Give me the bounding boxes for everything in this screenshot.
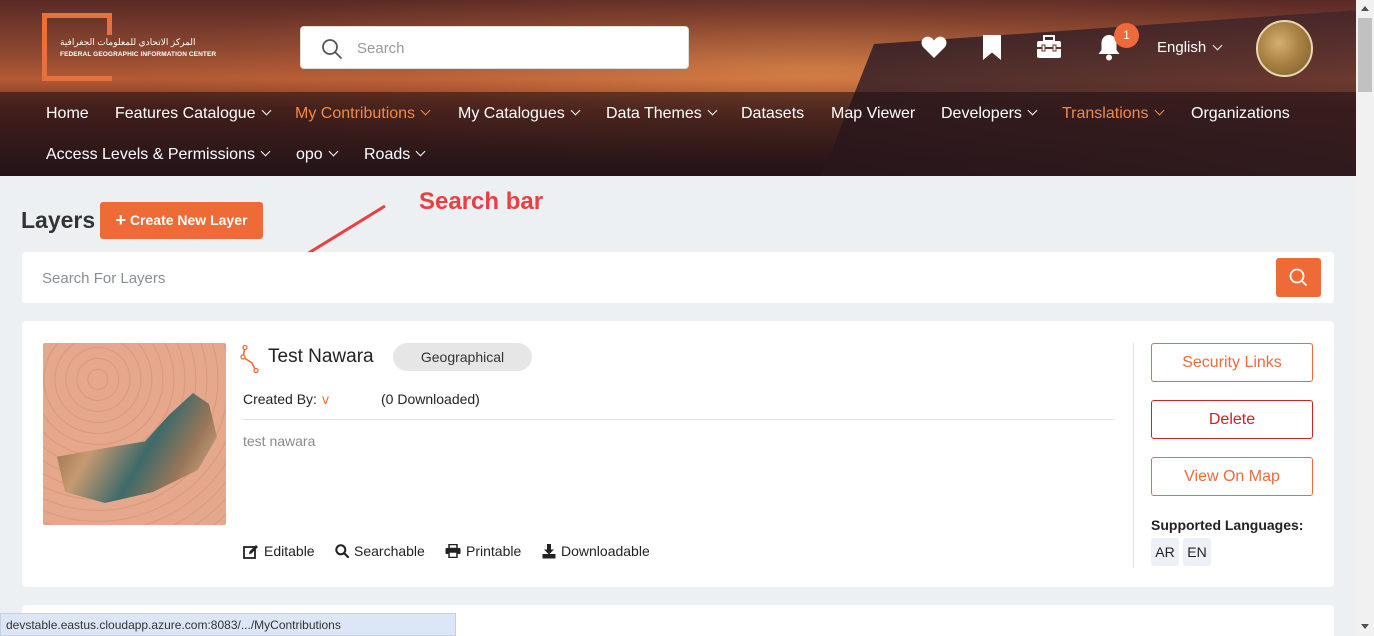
chevron-down-icon xyxy=(260,146,271,157)
annotation-label: Search bar xyxy=(419,188,544,215)
create-new-layer-button[interactable]: + Create New Layer xyxy=(100,202,263,239)
scroll-up-arrow-icon[interactable] xyxy=(1361,6,1369,11)
search-icon xyxy=(335,544,349,558)
layer-search-input[interactable] xyxy=(42,267,742,289)
language-label: English xyxy=(1157,39,1207,56)
nav-organizations[interactable]: Organizations xyxy=(1191,105,1290,123)
nav-datasets[interactable]: Datasets xyxy=(741,105,804,123)
chevron-down-icon xyxy=(1027,105,1038,116)
nav-map-viewer[interactable]: Map Viewer xyxy=(831,105,915,123)
logo-text-arabic: المركز الاتحادي للمعلومات الجغرافية xyxy=(60,37,196,47)
nav-my-catalogues[interactable]: My Catalogues xyxy=(458,105,581,123)
nav-opo[interactable]: opo xyxy=(296,146,339,164)
edit-icon xyxy=(243,544,258,559)
global-search-input[interactable] xyxy=(357,37,677,59)
created-by-label: Created By: xyxy=(243,391,317,407)
chevron-down-icon xyxy=(415,146,426,157)
status-bar-url: devstable.eastus.cloudapp.azure.com:8083… xyxy=(0,613,456,636)
plus-icon: + xyxy=(115,210,127,230)
site-logo[interactable]: المركز الاتحادي للمعلومات الجغرافية FEDE… xyxy=(42,13,217,83)
download-count: (0 Downloaded) xyxy=(381,391,480,407)
nav-translations[interactable]: Translations xyxy=(1062,105,1165,123)
language-selector[interactable]: English xyxy=(1157,39,1223,56)
page-title: Layers xyxy=(21,207,96,233)
print-icon xyxy=(445,544,461,558)
nav-my-contributions[interactable]: My Contributions xyxy=(295,105,431,123)
view-on-map-button[interactable]: View On Map xyxy=(1151,457,1313,496)
logo-bracket-corner xyxy=(94,13,112,35)
language-chip-en: EN xyxy=(1183,538,1211,566)
bookmark-icon[interactable] xyxy=(978,33,1006,61)
nav-roads[interactable]: Roads xyxy=(364,146,426,164)
delete-button[interactable]: Delete xyxy=(1151,400,1313,439)
chevron-down-icon xyxy=(570,105,581,116)
layer-thumbnail[interactable] xyxy=(43,343,226,525)
logo-text-english: FEDERAL GEOGRAPHIC INFORMATION CENTER xyxy=(60,51,217,58)
layer-type-tag: Geographical xyxy=(393,343,532,371)
polyline-layer-icon xyxy=(240,345,259,373)
feature-editable: Editable xyxy=(243,543,315,559)
chevron-down-icon xyxy=(707,105,718,116)
card-divider xyxy=(243,419,1115,420)
nav-developers[interactable]: Developers xyxy=(941,105,1038,123)
nav-home[interactable]: Home xyxy=(46,105,89,123)
actions-divider xyxy=(1133,343,1134,568)
chevron-down-icon xyxy=(420,105,431,116)
feature-downloadable: Downloadable xyxy=(542,543,650,559)
layer-name-link[interactable]: Test Nawara xyxy=(268,346,374,368)
feature-printable: Printable xyxy=(445,543,521,559)
layer-search-button[interactable] xyxy=(1276,258,1321,297)
feature-searchable: Searchable xyxy=(335,543,425,559)
global-search-box[interactable] xyxy=(300,26,689,69)
nav-features-catalogue[interactable]: Features Catalogue xyxy=(115,105,271,123)
chevron-down-icon xyxy=(1212,40,1223,51)
thumbnail-map-shape xyxy=(57,393,217,503)
nav-data-themes[interactable]: Data Themes xyxy=(606,105,718,123)
chevron-down-icon xyxy=(261,105,271,116)
scrollbar-thumb[interactable] xyxy=(1358,18,1372,92)
search-icon xyxy=(1289,268,1307,286)
notification-count-badge: 1 xyxy=(1114,23,1139,48)
language-chip-ar: AR xyxy=(1151,538,1179,566)
nav-access-levels[interactable]: Access Levels & Permissions xyxy=(46,146,271,164)
favorites-heart-icon[interactable] xyxy=(920,33,948,61)
page-scrollbar[interactable] xyxy=(1356,0,1374,636)
created-by-user-link[interactable]: v xyxy=(322,391,329,407)
search-icon xyxy=(322,39,342,59)
supported-languages-label: Supported Languages: xyxy=(1151,517,1304,533)
layer-search-panel xyxy=(22,252,1334,303)
scroll-down-arrow-icon[interactable] xyxy=(1361,624,1369,629)
chevron-down-icon xyxy=(328,146,339,157)
toolbox-icon[interactable] xyxy=(1035,33,1063,61)
security-links-button[interactable]: Security Links xyxy=(1151,343,1313,382)
download-icon xyxy=(542,543,556,558)
layer-description: test nawara xyxy=(243,433,316,449)
user-avatar[interactable] xyxy=(1256,20,1313,77)
chevron-down-icon xyxy=(1154,105,1165,116)
